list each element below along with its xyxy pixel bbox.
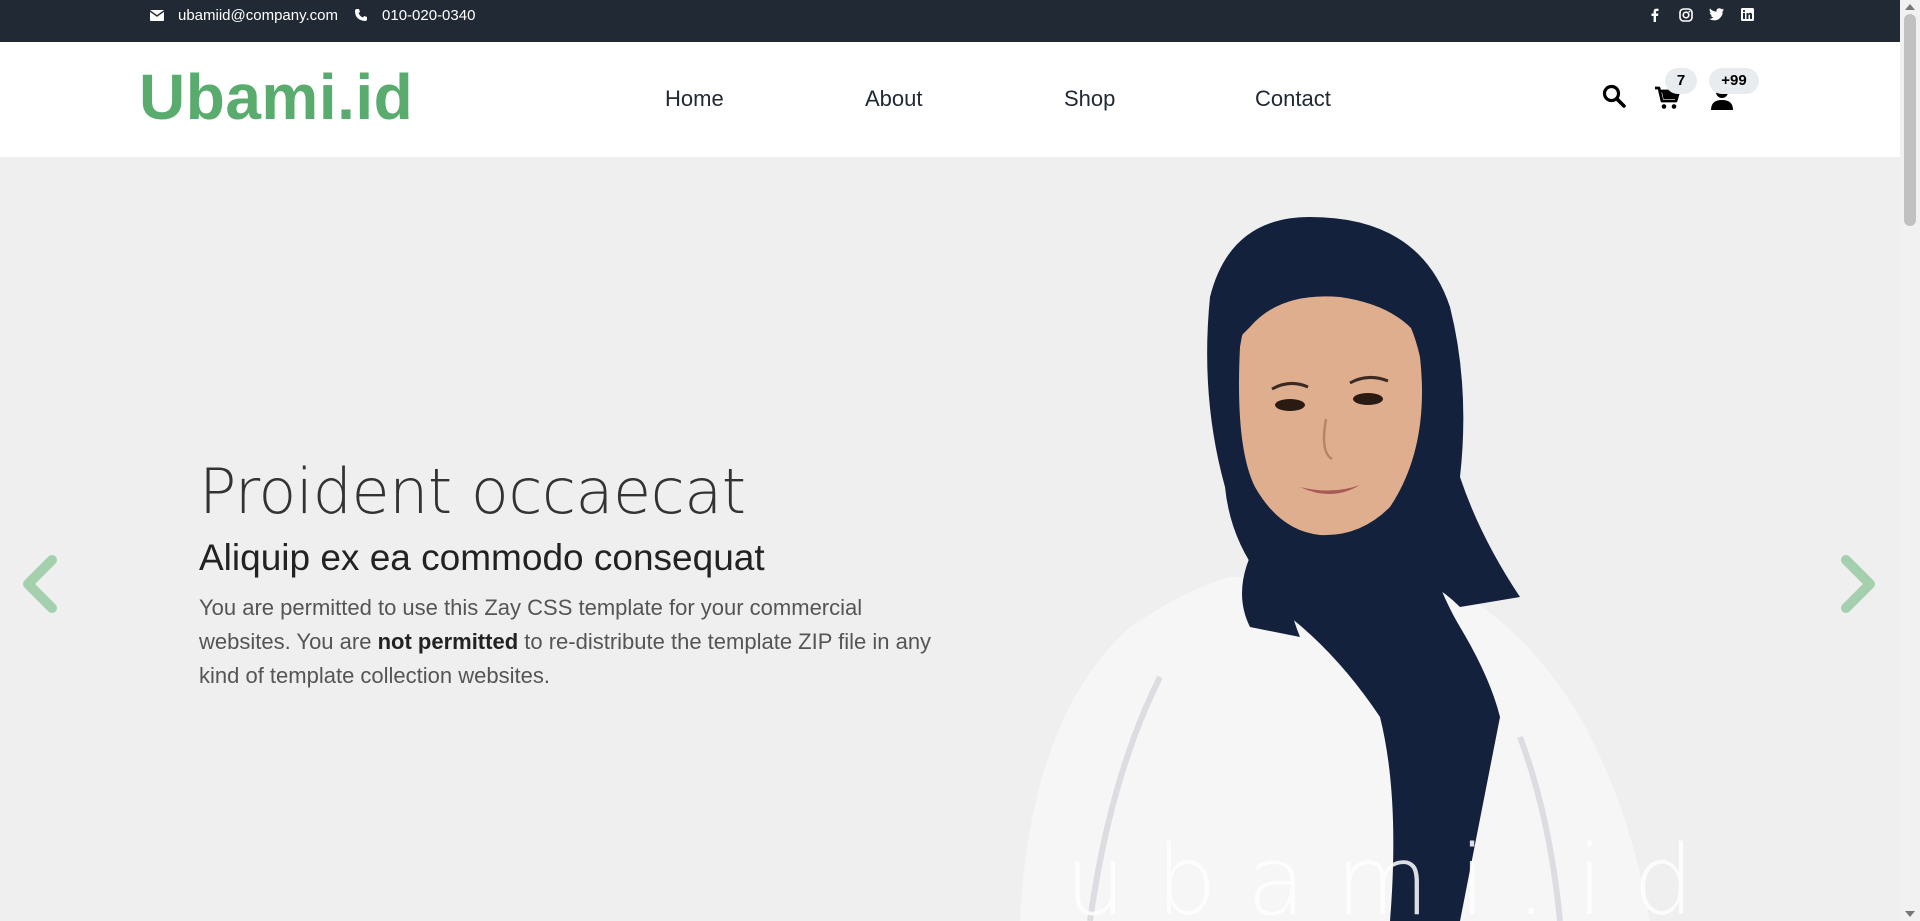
email-link[interactable]: ubamiid@company.com (178, 7, 338, 24)
search-icon[interactable] (1602, 84, 1626, 113)
hero-carousel: Proident occaecat Aliquip ex ea commodo … (0, 157, 1900, 921)
hero-description: You are permitted to use this Zay CSS te… (199, 591, 959, 693)
social-links (1646, 6, 1756, 23)
brand-logo[interactable]: Ubami.id (139, 60, 413, 134)
phone-link[interactable]: 010-020-0340 (382, 7, 475, 24)
top-contact-bar: ubamiid@company.com 010-020-0340 (0, 0, 1900, 42)
hero-subtitle: Aliquip ex ea commodo consequat (199, 537, 765, 578)
instagram-icon[interactable] (1677, 6, 1694, 23)
page-scrollbar[interactable] (1900, 0, 1920, 921)
hero-model-image (1020, 217, 1650, 921)
carousel-prev-button[interactable] (18, 554, 62, 614)
nav-link-home[interactable]: Home (665, 86, 724, 112)
scroll-down-arrow-icon[interactable] (1905, 911, 1915, 917)
facebook-icon[interactable] (1646, 6, 1663, 23)
phone-icon (353, 7, 369, 23)
linkedin-icon[interactable] (1739, 6, 1756, 23)
hero-title: Proident occaecat (199, 455, 746, 528)
twitter-icon[interactable] (1708, 6, 1725, 23)
envelope-icon (149, 7, 165, 23)
cart-count-badge: 7 (1665, 68, 1697, 94)
contact-info: ubamiid@company.com 010-020-0340 (149, 0, 490, 30)
chevron-right-icon (1841, 555, 1875, 613)
scroll-up-arrow-icon[interactable] (1905, 4, 1915, 10)
nav-link-shop[interactable]: Shop (1064, 86, 1115, 112)
main-navbar: Ubami.id Home About Shop Contact 7 +99 (0, 42, 1900, 157)
hero-watermark-text: ubami.id (1065, 825, 1724, 921)
scrollbar-thumb[interactable] (1904, 14, 1916, 226)
nav-link-contact[interactable]: Contact (1255, 86, 1331, 112)
carousel-next-button[interactable] (1836, 554, 1880, 614)
hero-description-bold: not permitted (377, 629, 519, 654)
chevron-left-icon (23, 555, 57, 613)
nav-link-about[interactable]: About (865, 86, 923, 112)
user-count-badge: +99 (1709, 68, 1759, 94)
